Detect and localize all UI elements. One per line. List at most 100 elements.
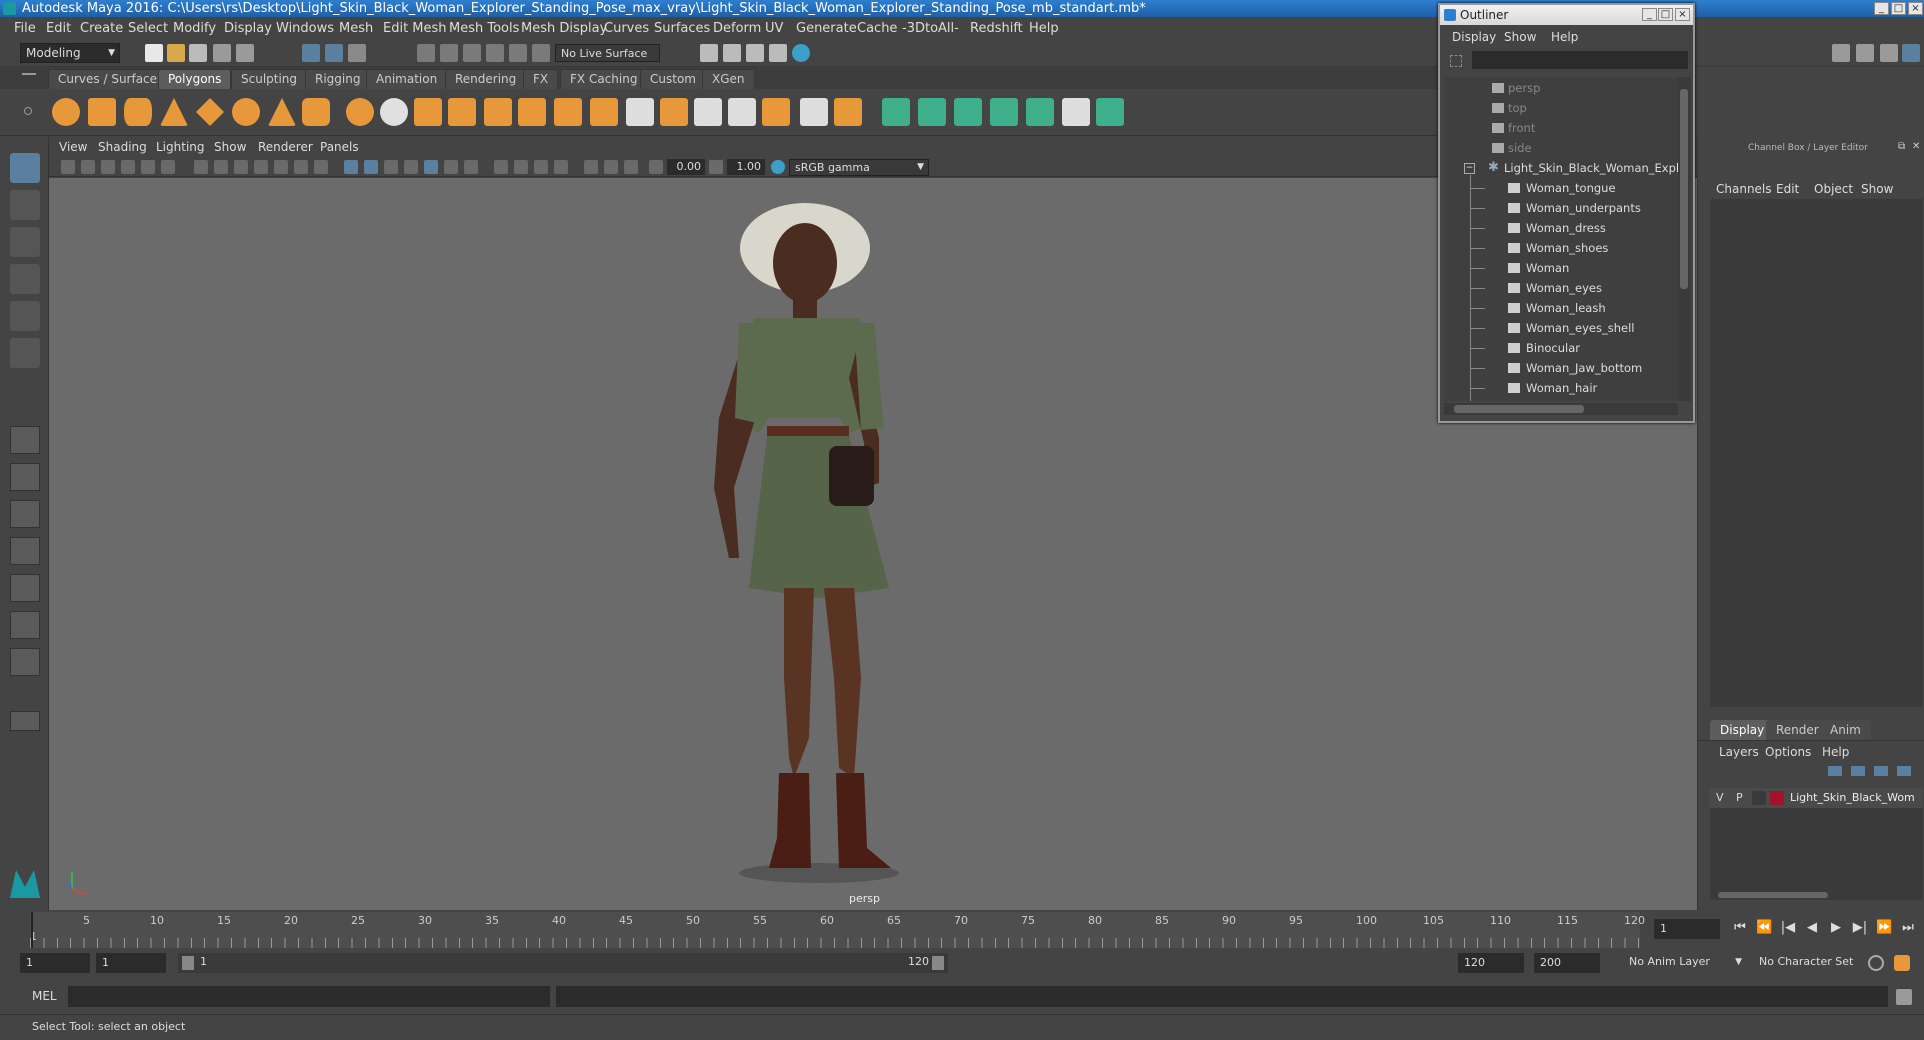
shadows-icon[interactable] <box>444 160 458 174</box>
options-menu[interactable]: Options <box>1765 745 1811 759</box>
command-input[interactable] <box>68 986 550 1007</box>
character-set-dropdown[interactable]: No Character Set <box>1754 953 1866 973</box>
menu-display[interactable]: Display <box>224 21 272 36</box>
screen-space-ao-icon[interactable] <box>464 160 478 174</box>
extract-icon[interactable] <box>414 98 442 126</box>
outliner-item-binocular[interactable]: Binocular <box>1444 338 1678 358</box>
show-menu[interactable]: Show <box>1861 182 1893 196</box>
panel-menu-shading[interactable]: Shading <box>98 140 147 154</box>
layer-type-toggle[interactable] <box>1752 791 1766 805</box>
poly-pyramid-icon[interactable] <box>268 98 296 126</box>
panel-menu-renderer[interactable]: Renderer <box>258 140 313 154</box>
playback-end-field[interactable]: 120 <box>1458 953 1524 973</box>
channels-menu[interactable]: Channels <box>1716 182 1772 196</box>
playback-start-field[interactable]: 1 <box>96 953 166 973</box>
move-tool-icon[interactable] <box>10 264 40 294</box>
layer-horizontal-scrollbar[interactable] <box>1710 890 1923 900</box>
menu-file[interactable]: File <box>14 21 36 36</box>
snap-point-icon[interactable] <box>463 44 481 62</box>
scrollbar-thumb[interactable] <box>1718 892 1828 898</box>
play-backward-icon[interactable]: ◀ <box>1804 920 1820 936</box>
tab-custom[interactable]: Custom <box>640 69 706 89</box>
tab-sculpting[interactable]: Sculpting <box>231 69 308 89</box>
menu-select[interactable]: Select <box>128 21 168 36</box>
new-scene-icon[interactable] <box>145 44 163 62</box>
move-layer-up-icon[interactable] <box>1828 766 1842 776</box>
redo-icon[interactable] <box>236 44 254 62</box>
xray-icon[interactable] <box>584 160 598 174</box>
multi-cut-icon[interactable] <box>554 98 582 126</box>
tab-xgen[interactable]: XGen <box>702 69 755 89</box>
outliner-item-woman-underpants[interactable]: Woman_underpants <box>1444 198 1678 218</box>
outliner-item-woman-eyes-shell[interactable]: Woman_eyes_shell <box>1444 318 1678 338</box>
select-by-component-icon[interactable] <box>348 44 366 62</box>
anim-layer-dropdown[interactable]: No Anim Layer ▼ <box>1624 953 1744 973</box>
tab-animation[interactable]: Animation <box>366 69 448 89</box>
grease-pencil-icon[interactable] <box>161 160 175 174</box>
outliner-menu-display[interactable]: Display <box>1452 30 1496 44</box>
ipr-render-icon[interactable] <box>746 44 764 62</box>
select-camera-icon[interactable] <box>61 160 75 174</box>
exposure-icon[interactable] <box>649 160 663 174</box>
new-layer-selected-icon[interactable] <box>1897 766 1911 776</box>
gamma-icon[interactable] <box>709 160 723 174</box>
tab-polygons[interactable]: Polygons <box>158 69 232 89</box>
exposure-field[interactable]: 0.00 <box>667 159 705 175</box>
go-to-end-icon[interactable]: ⏭ <box>1900 920 1916 936</box>
two-d-pan-icon[interactable] <box>141 160 155 174</box>
color-management-icon[interactable] <box>771 160 785 174</box>
outliner-item-persp[interactable]: persp <box>1444 78 1678 98</box>
outliner-item-woman-tongue[interactable]: Woman_tongue <box>1444 178 1678 198</box>
menu-uv[interactable]: UV <box>765 21 783 36</box>
step-back-key-icon[interactable]: |◀ <box>1780 920 1796 936</box>
snap-surface-icon[interactable] <box>509 44 527 62</box>
panel-menu-view[interactable]: View <box>59 140 87 154</box>
tool-settings-icon[interactable] <box>1856 44 1874 62</box>
shelf-options-icon[interactable] <box>24 107 32 115</box>
outliner-item-woman[interactable]: Woman <box>1444 258 1678 278</box>
sew-uv-icon[interactable] <box>1096 98 1124 126</box>
minimize-icon[interactable]: _ <box>1874 2 1889 15</box>
outliner-menu-show[interactable]: Show <box>1504 30 1536 44</box>
tab-curves-surfaces[interactable]: Curves / Surfaces <box>48 69 174 89</box>
planar-map-icon[interactable] <box>882 98 910 126</box>
layers-menu[interactable]: Layers <box>1719 745 1759 759</box>
film-gate-icon[interactable] <box>214 160 228 174</box>
outliner-filter-icon[interactable] <box>1450 55 1462 67</box>
snap-view-icon[interactable] <box>486 44 504 62</box>
float-icon[interactable]: ⧉ <box>1898 141 1905 152</box>
select-by-hierarchy-icon[interactable] <box>302 44 320 62</box>
range-end-handle[interactable] <box>932 956 944 970</box>
persp-graph-layout-icon[interactable] <box>10 537 40 565</box>
menu-mesh-tools[interactable]: Mesh Tools <box>449 21 519 36</box>
shelf-menu-icon[interactable] <box>22 73 36 75</box>
auto-key-icon[interactable] <box>1868 955 1884 971</box>
outliner-item-woman-leash[interactable]: Woman_leash <box>1444 298 1678 318</box>
scale-tool-icon[interactable] <box>10 338 40 368</box>
lasso-tool-icon[interactable] <box>10 190 40 220</box>
poly-sphere-icon[interactable] <box>52 98 80 126</box>
panel-menu-panels[interactable]: Panels <box>320 140 359 154</box>
outliner-item-front[interactable]: front <box>1444 118 1678 138</box>
depth-of-field-icon[interactable] <box>534 160 548 174</box>
script-editor-icon[interactable] <box>1896 989 1912 1005</box>
outliner-item-woman-hair[interactable]: Woman_hair <box>1444 378 1678 398</box>
cylindrical-map-icon[interactable] <box>918 98 946 126</box>
render-current-icon[interactable] <box>723 44 741 62</box>
menu-curves[interactable]: Curves <box>604 21 649 36</box>
menu-redshift[interactable]: Redshift <box>970 21 1023 36</box>
field-chart-icon[interactable] <box>274 160 288 174</box>
animation-end-field[interactable]: 200 <box>1534 953 1600 973</box>
time-ruler[interactable]: 1 5 10 15 20 25 30 35 40 45 50 55 60 65 … <box>30 912 1645 948</box>
outliner-layout-icon[interactable] <box>10 611 40 639</box>
layer-playback-toggle[interactable]: P <box>1736 791 1743 804</box>
menu-edit-mesh[interactable]: Edit Mesh <box>383 21 447 36</box>
render-settings-icon[interactable] <box>769 44 787 62</box>
menu-surfaces[interactable]: Surfaces <box>654 21 710 36</box>
step-back-icon[interactable]: ⏪ <box>1756 920 1772 936</box>
menu-deform[interactable]: Deform <box>713 21 761 36</box>
snap-curve-icon[interactable] <box>440 44 458 62</box>
smooth-icon[interactable] <box>448 98 476 126</box>
save-scene-icon[interactable] <box>189 44 207 62</box>
tab-display[interactable]: Display <box>1710 720 1775 740</box>
